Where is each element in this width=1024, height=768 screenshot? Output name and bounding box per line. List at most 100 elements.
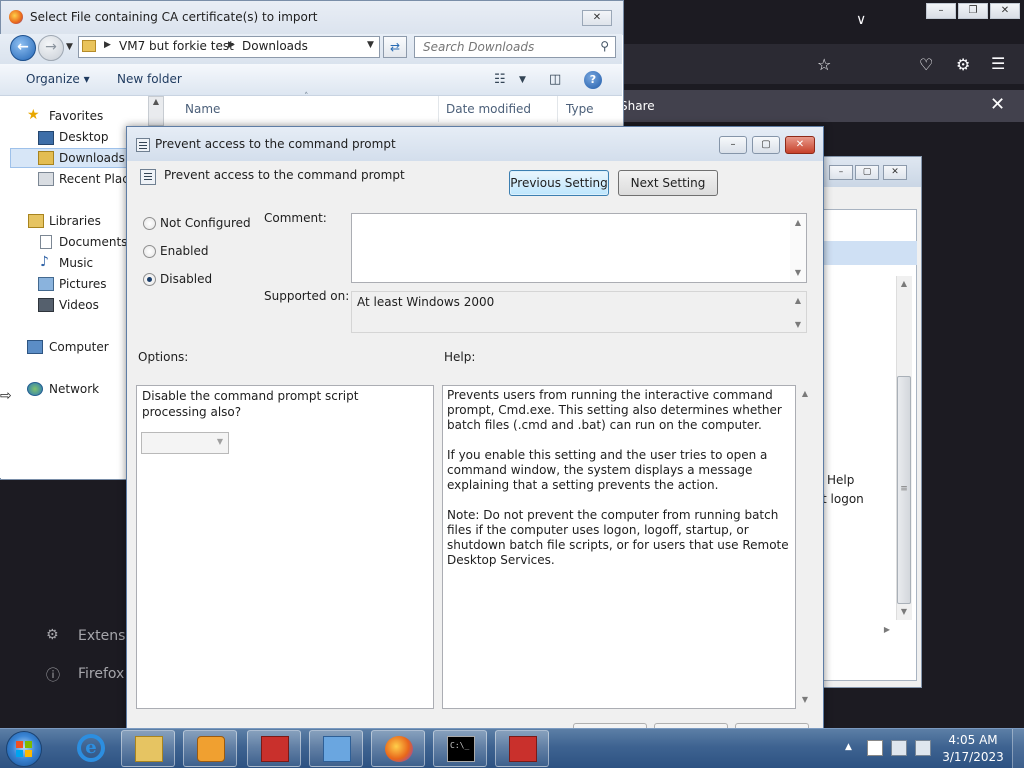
toolbox-icon	[509, 736, 537, 762]
clock-date[interactable]: 3/17/2023	[940, 750, 1006, 764]
dialog-close-button[interactable]: ✕	[785, 136, 815, 154]
firefox-restore-button[interactable]: ❐	[958, 3, 988, 19]
gpe-scroll-up-icon[interactable]: ▲	[896, 279, 912, 288]
gpe-header-bar	[823, 241, 917, 265]
supported-scroll-down-icon[interactable]: ▼	[790, 320, 806, 329]
previous-setting-button[interactable]: Previous Setting	[509, 170, 609, 196]
gpe-scroll-down-icon[interactable]: ▼	[896, 607, 912, 616]
comment-scroll-up-icon[interactable]: ▲	[790, 218, 806, 227]
new-folder-button[interactable]: New folder	[117, 72, 182, 86]
next-setting-button[interactable]: Next Setting	[618, 170, 718, 196]
list-all-tabs-icon[interactable]: ∨	[856, 12, 866, 28]
internet-explorer-icon[interactable]: e	[77, 734, 105, 762]
sidebar-item-recent-places[interactable]: Recent Place	[59, 172, 136, 186]
volume-muted-icon[interactable]	[915, 740, 931, 756]
script-processing-dropdown[interactable]: ▼	[141, 432, 229, 454]
firefox-minimize-button[interactable]: –	[926, 3, 956, 19]
nav-pane-scrollbar[interactable]: ▲	[148, 96, 164, 126]
forward-button[interactable]: →	[38, 35, 64, 61]
taskbar-windows-explorer[interactable]	[121, 730, 175, 767]
share-button[interactable]: Share	[620, 96, 660, 116]
column-header-type[interactable]: Type	[566, 96, 620, 122]
dialog-minimize-button[interactable]: –	[719, 136, 747, 154]
change-view-icon[interactable]: ☷	[494, 72, 506, 87]
sidebar-item-videos[interactable]: Videos	[59, 298, 99, 312]
sidebar-item-pictures[interactable]: Pictures	[59, 277, 107, 291]
gpe-maximize-button[interactable]: ▢	[855, 165, 879, 180]
search-box[interactable]: ⚲	[414, 36, 616, 58]
organize-button[interactable]: Organize ▾	[26, 72, 90, 86]
pocket-icon[interactable]: ♡	[919, 55, 933, 74]
supported-scroll-up-icon[interactable]: ▲	[790, 296, 806, 305]
preview-pane-icon[interactable]: ◫	[549, 72, 561, 87]
file-picker-close-button[interactable]: ✕	[582, 10, 612, 26]
radio-not-configured-circle[interactable]	[143, 217, 156, 230]
help-scroll-down-icon[interactable]: ▼	[797, 695, 813, 704]
sidebar-item-network[interactable]: Network	[49, 382, 99, 396]
breadcrumb-item[interactable]: VM7 but forkie test	[119, 39, 234, 53]
firefox-close-button[interactable]: ✕	[990, 3, 1020, 19]
command-bar	[0, 64, 622, 96]
radio-enabled-circle[interactable]	[143, 245, 156, 258]
bookmark-star-icon[interactable]: ☆	[817, 55, 831, 74]
sidebar-item-libraries[interactable]: Libraries	[49, 214, 101, 228]
help-scroll-up-icon[interactable]: ▲	[797, 389, 813, 398]
help-label: Help:	[444, 350, 476, 364]
help-paragraph: Prevents users from running the interact…	[447, 388, 782, 432]
dialog-maximize-button[interactable]: ▢	[752, 136, 780, 154]
sidebar-item-favorites[interactable]: Favorites	[49, 109, 103, 123]
show-desktop-button[interactable]	[1012, 729, 1024, 768]
gpe-minimize-button[interactable]: –	[829, 165, 853, 180]
comment-textbox[interactable]: ▲ ▼	[351, 213, 807, 283]
windows-explorer-icon	[135, 736, 163, 762]
view-options-dropdown-icon[interactable]: ▼	[519, 75, 526, 85]
gpe-logon-text: t logon	[822, 492, 864, 506]
refresh-button[interactable]: ⇄	[383, 36, 407, 58]
gpe-scroll-right-icon[interactable]: ▶	[879, 625, 895, 634]
column-header-date-modified[interactable]: Date modified	[446, 96, 558, 122]
start-button[interactable]	[6, 731, 42, 767]
sidebar-item-computer[interactable]: Computer	[49, 340, 109, 354]
libraries-icon	[28, 214, 44, 228]
gpe-close-button[interactable]: ✕	[883, 165, 907, 180]
address-dropdown-icon[interactable]: ▼	[367, 40, 374, 50]
favorites-star-icon: ★	[27, 107, 40, 123]
supported-on-value: At least Windows 2000	[357, 295, 495, 309]
breadcrumb-chevron-icon[interactable]: ▶	[104, 40, 111, 50]
help-icon[interactable]: ?	[584, 71, 602, 89]
desktop-icon	[38, 131, 54, 145]
sidebar-item-desktop[interactable]: Desktop	[59, 130, 109, 144]
action-center-icon[interactable]	[867, 740, 883, 756]
recent-places-icon	[38, 172, 54, 186]
file-picker-title: Select File containing CA certificate(s)…	[30, 10, 318, 24]
back-button[interactable]: ←	[10, 35, 36, 61]
breadcrumb-item[interactable]: Downloads	[242, 39, 308, 53]
taskbar-media-player[interactable]	[183, 730, 237, 767]
breadcrumb-chevron-icon[interactable]: ▶	[228, 40, 235, 50]
radio-disabled-circle[interactable]	[143, 273, 156, 286]
search-input[interactable]	[421, 39, 591, 55]
taskbar-toolbox[interactable]	[247, 730, 301, 767]
radio-enabled-label: Enabled	[160, 244, 209, 258]
taskbar-control-panel[interactable]	[309, 730, 363, 767]
toolbox-icon	[261, 736, 289, 762]
comment-scroll-down-icon[interactable]: ▼	[790, 268, 806, 277]
column-header-name[interactable]: Name	[185, 96, 439, 122]
recent-locations-dropdown-icon[interactable]: ▼	[66, 42, 73, 52]
show-hidden-icons-icon[interactable]: ▲	[845, 742, 852, 752]
taskbar-firefox[interactable]	[371, 730, 425, 767]
taskbar-command-prompt[interactable]: C:\_	[433, 730, 487, 767]
close-notification-icon[interactable]: ✕	[990, 94, 1005, 115]
extensions-icon[interactable]: ⚙	[956, 55, 970, 74]
network-status-icon[interactable]	[891, 740, 907, 756]
media-player-icon	[197, 736, 225, 762]
sidebar-item-music[interactable]: Music	[59, 256, 93, 270]
clock-time[interactable]: 4:05 AM	[940, 733, 1006, 747]
downloads-folder-icon	[38, 151, 54, 165]
sidebar-item-documents[interactable]: Documents	[59, 235, 127, 249]
sidebar-item-downloads[interactable]: Downloads	[59, 151, 125, 165]
taskbar-toolbox-2[interactable]	[495, 730, 549, 767]
menu-icon[interactable]: ☰	[991, 54, 1005, 73]
help-text: Prevents users from running the interact…	[447, 388, 793, 583]
radio-disabled-label: Disabled	[160, 272, 213, 286]
